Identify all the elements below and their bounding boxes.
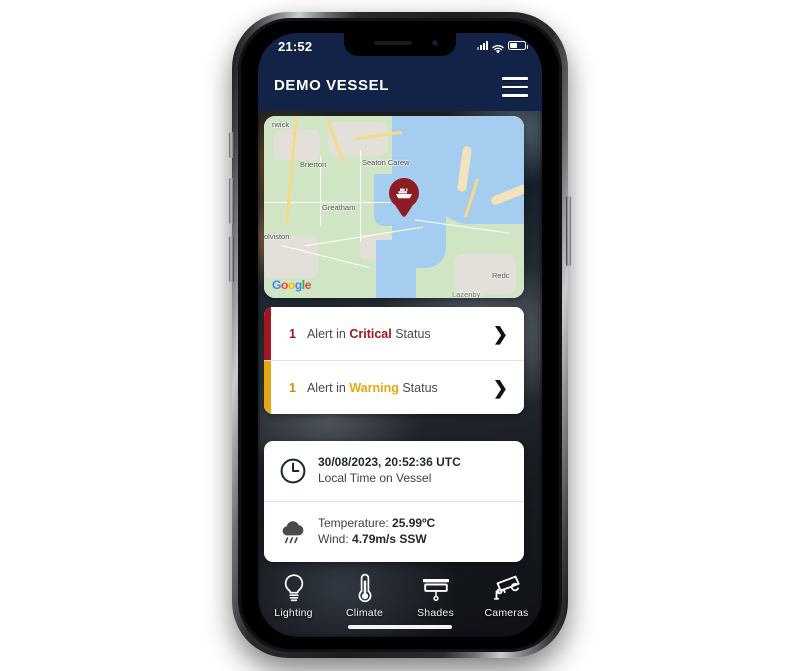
front-camera (432, 40, 438, 46)
tab-label: Lighting (274, 607, 313, 619)
alert-prefix: Alert in (306, 380, 350, 395)
alert-count: 1 (289, 380, 296, 395)
temperature-value: 25.99ºC (392, 516, 436, 531)
map-canvas: rwick Brierton Seaton Carew Greatham olv… (264, 116, 524, 298)
alert-label: Alert in Warning Status (307, 381, 438, 395)
map-label: Redc (492, 271, 510, 280)
alert-prefix: Alert in (306, 326, 350, 341)
alert-suffix: Status (398, 380, 438, 395)
alert-status: Critical (349, 326, 392, 341)
lightbulb-icon (281, 573, 307, 603)
earpiece-speaker (374, 41, 412, 45)
tab-lighting[interactable]: Lighting (263, 573, 325, 619)
alert-row-warning[interactable]: 1 Alert in Warning Status ❯ (264, 360, 524, 414)
local-time-row: 30/08/2023, 20:52:36 UTC Local Time on V… (264, 441, 524, 501)
volume-up-button[interactable] (229, 178, 234, 224)
status-bar-indicators (477, 41, 528, 54)
home-indicator[interactable] (348, 625, 452, 629)
map-label: Greatham (322, 203, 356, 212)
vessel-pin-icon[interactable] (389, 178, 419, 219)
alert-row-critical[interactable]: 1 Alert in Critical Status ❯ (264, 307, 524, 360)
rain-cloud-icon (276, 515, 310, 549)
window-shade-icon (421, 573, 451, 603)
weather-row: Temperature: 25.99ºC Wind: 4.79m/s SSW (264, 501, 524, 562)
tab-label: Cameras (484, 607, 529, 619)
alert-count: 1 (289, 326, 296, 341)
local-time-caption: Local Time on Vessel (318, 471, 432, 485)
map-label: Brierton (300, 160, 327, 169)
thermometer-icon (355, 573, 375, 603)
wifi-icon (492, 41, 504, 54)
temperature-label: Temperature: (318, 516, 393, 531)
chevron-right-icon[interactable]: ❯ (493, 379, 508, 397)
cellular-signal-icon (477, 41, 488, 50)
alert-suffix: Status (391, 326, 431, 341)
clock-icon (276, 454, 310, 488)
volume-down-button[interactable] (229, 236, 234, 282)
vessel-info-card: 30/08/2023, 20:52:36 UTC Local Time on V… (264, 441, 524, 562)
status-bar: 21:52 (258, 33, 542, 63)
bottom-tab-bar: Lighting Climate Shades Cameras (258, 563, 542, 637)
wind-line: Wind: 4.79m/s SSW (318, 532, 435, 548)
weather-text: Temperature: 25.99ºC Wind: 4.79m/s SSW (318, 516, 435, 548)
local-time-value: 30/08/2023, 20:52:36 UTC (318, 455, 461, 470)
tab-cameras[interactable]: Cameras (476, 573, 538, 619)
map-label: Lazenby (452, 290, 481, 298)
page-title: DEMO VESSEL (274, 77, 389, 94)
hamburger-menu-icon[interactable] (502, 77, 528, 97)
map-label: Seaton Carew (362, 158, 410, 167)
status-bar-time: 21:52 (278, 39, 313, 54)
display-notch (344, 33, 456, 56)
power-button[interactable] (566, 196, 571, 266)
local-time-text: 30/08/2023, 20:52:36 UTC Local Time on V… (318, 455, 461, 487)
vessel-map-card[interactable]: rwick Brierton Seaton Carew Greatham olv… (264, 116, 524, 298)
main-content: rwick Brierton Seaton Carew Greatham olv… (258, 111, 542, 637)
phone-screen: 21:52 DEMO VESSEL rwick Brierton Seaton … (258, 33, 542, 637)
security-camera-icon (491, 573, 523, 603)
alert-status: Warning (349, 380, 399, 395)
alerts-card: 1 Alert in Critical Status ❯ 1 Alert in … (264, 307, 524, 414)
status-color-bar (264, 307, 271, 360)
chevron-right-icon[interactable]: ❯ (493, 325, 508, 343)
app-bar: DEMO VESSEL (258, 63, 542, 111)
tab-shades[interactable]: Shades (405, 573, 467, 619)
tab-climate[interactable]: Climate (334, 573, 396, 619)
battery-icon (508, 41, 528, 50)
map-label: rwick (272, 120, 290, 129)
tab-label: Climate (346, 607, 383, 619)
alert-label: Alert in Critical Status (307, 327, 431, 341)
silent-switch-button[interactable] (229, 132, 234, 158)
wind-value: 4.79m/s SSW (352, 532, 427, 546)
temperature-line: Temperature: 25.99ºC (318, 516, 435, 532)
status-color-bar (264, 361, 271, 414)
google-logo: Google (272, 278, 311, 292)
screenshot-stage: 21:52 DEMO VESSEL rwick Brierton Seaton … (0, 0, 800, 671)
map-label: olviston (264, 232, 290, 241)
tab-label: Shades (417, 607, 454, 619)
wind-label: Wind: (318, 532, 353, 546)
